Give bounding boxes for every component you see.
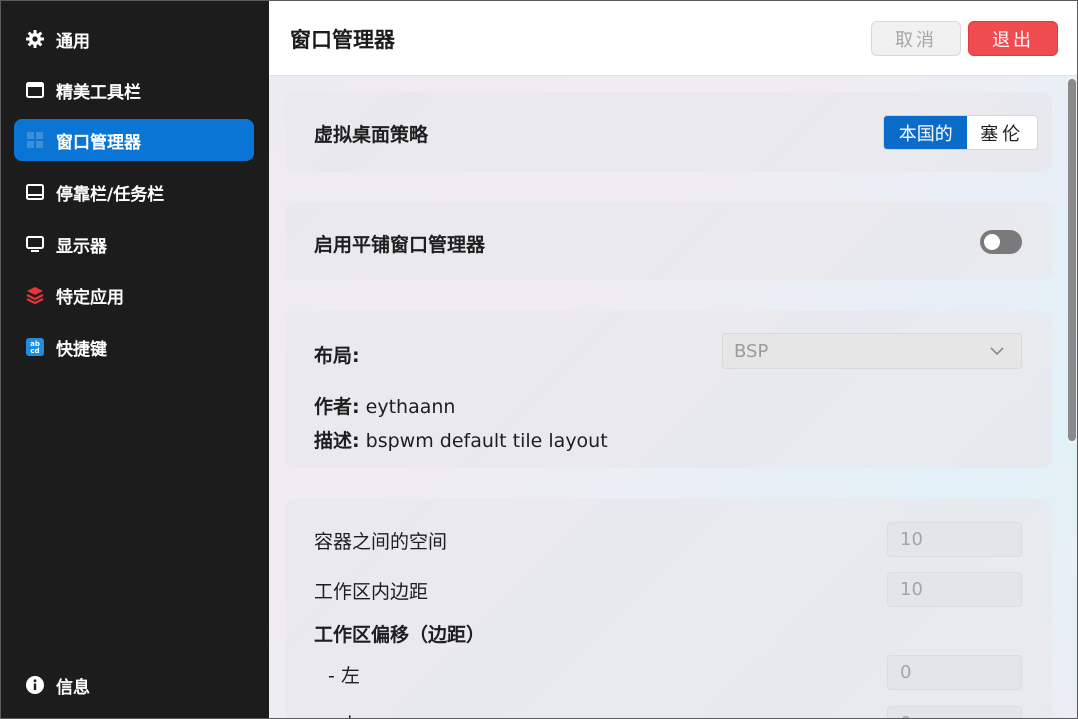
offset-top-input[interactable]: 0 <box>887 706 1022 719</box>
cancel-button[interactable]: 取消 <box>871 21 961 56</box>
abcd-keys-icon: ab cd <box>25 337 45 357</box>
sidebar-item-shortcuts[interactable]: ab cd 快捷键 <box>14 326 254 368</box>
monitor-icon <box>25 234 45 254</box>
container-gap-label: 容器之间的空间 <box>314 531 448 553</box>
segment-native[interactable]: 本国的 <box>884 116 968 149</box>
page-title: 窗口管理器 <box>290 28 395 52</box>
workspace-padding-input[interactable]: 10 <box>887 572 1022 607</box>
layout-description: 描述: bspwm default tile layout <box>314 426 608 453</box>
layout-select[interactable]: BSP <box>722 333 1022 369</box>
offset-left-input[interactable]: 0 <box>887 655 1022 690</box>
scrollbar-thumb[interactable] <box>1068 79 1076 441</box>
workspace-padding-label: 工作区内边距 <box>314 581 429 603</box>
toolbar-window-icon <box>25 80 45 100</box>
sidebar-item-label: 停靠栏/任务栏 <box>56 184 165 205</box>
sidebar-item-label: 显示器 <box>56 236 107 257</box>
tiles-icon <box>25 130 45 150</box>
info-icon <box>25 675 45 695</box>
sidebar-item-monitor[interactable]: 显示器 <box>14 223 254 265</box>
container-gap-input[interactable]: 10 <box>887 522 1022 557</box>
segment-seelen[interactable]: 塞伦 <box>967 116 1037 149</box>
layout-card: 布局: BSP 作者: eythaann 描述: bspwm default t… <box>285 311 1052 468</box>
sidebar-item-label: 快捷键 <box>56 339 107 360</box>
offset-top-label: - 上 <box>328 710 360 719</box>
sidebar-item-label: 特定应用 <box>56 287 124 308</box>
layers-icon <box>25 285 45 305</box>
dock-icon <box>25 182 45 202</box>
description-value: bspwm default tile layout <box>365 430 608 452</box>
spacing-card: 容器之间的空间 10 工作区内边距 10 工作区偏移（边距） - 左 0 - 上… <box>285 499 1052 719</box>
sidebar-item-label: 窗口管理器 <box>56 132 141 153</box>
layout-select-value: BSP <box>734 340 769 362</box>
gear-icon <box>25 29 45 49</box>
workspace-offset-label: 工作区偏移（边距） <box>314 624 486 646</box>
sidebar-item-dock[interactable]: 停靠栏/任务栏 <box>14 171 254 213</box>
sidebar-item-app-specific[interactable]: 特定应用 <box>14 274 254 316</box>
toggle-knob <box>984 234 1000 250</box>
header: 窗口管理器 取消 退出 <box>269 0 1078 76</box>
author-label: 作者: <box>314 396 360 418</box>
virtual-desktop-card: 虚拟桌面策略 本国的 塞伦 <box>285 92 1052 172</box>
tiling-card: 启用平铺窗口管理器 <box>285 202 1052 280</box>
sidebar-item-label: 精美工具栏 <box>56 82 141 103</box>
tiling-label: 启用平铺窗口管理器 <box>314 234 486 256</box>
tiling-toggle[interactable] <box>980 230 1022 254</box>
sidebar-item-label: 信息 <box>56 677 90 698</box>
svg-text:cd: cd <box>30 347 39 355</box>
sidebar-item-toolbar[interactable]: 精美工具栏 <box>14 69 254 111</box>
sidebar-item-info[interactable]: 信息 <box>14 664 254 706</box>
layout-author: 作者: eythaann <box>314 392 455 419</box>
offset-left-label: - 左 <box>328 665 360 687</box>
main-panel: 窗口管理器 取消 退出 虚拟桌面策略 本国的 塞伦 启用平铺窗口管理器 布局: … <box>269 0 1078 719</box>
sidebar: 通用 精美工具栏 窗口管理器 停靠栏/任务栏 显示器 特定应用 abcd 快捷 <box>0 0 269 719</box>
virtual-desktop-label: 虚拟桌面策略 <box>314 124 429 146</box>
description-label: 描述: <box>314 430 360 452</box>
exit-button[interactable]: 退出 <box>968 21 1058 56</box>
chevron-down-icon <box>989 343 1005 364</box>
sidebar-item-label: 通用 <box>56 31 90 52</box>
layout-label: 布局: <box>314 345 360 367</box>
sidebar-item-general[interactable]: 通用 <box>14 18 254 60</box>
author-value: eythaann <box>365 396 456 418</box>
virtual-desktop-segmented: 本国的 塞伦 <box>883 115 1038 150</box>
sidebar-item-window-manager[interactable]: 窗口管理器 <box>14 119 254 161</box>
